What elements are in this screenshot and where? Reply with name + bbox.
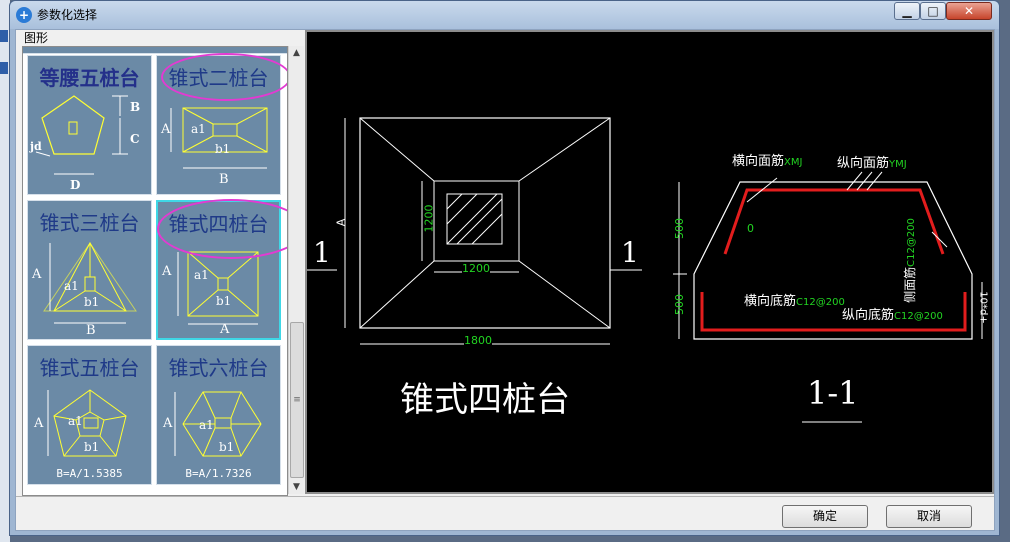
gallery-scrollbar[interactable]: ▲ ≡ ▼: [288, 46, 304, 494]
desktop-icon: [0, 30, 8, 42]
group-label: 图形: [24, 31, 49, 45]
dialog-client-area: 图形 等腰五桩台 B C D jd 锥式二桩台 A a1 b1 B 锥式三桩台 …: [15, 29, 995, 531]
label-longitudinal-bottom-rebar: 纵向底筋C12@200: [842, 308, 943, 323]
dim-label-b1: b1: [216, 294, 232, 308]
tile-label: 锥式六桩台: [168, 356, 269, 380]
scroll-thumb[interactable]: ≡: [290, 322, 304, 478]
preview-drawing: [307, 117, 983, 423]
footer-divider: [16, 496, 994, 497]
dim-1800: 1800: [464, 334, 492, 347]
tile-cone-five-pile[interactable]: 锥式五桩台 A a1 b1 B=A/1.5385: [27, 345, 152, 485]
dim-label-b1: b1: [84, 440, 100, 454]
dim-label-b1: b1: [84, 295, 100, 309]
section-cut-mark-left: 1: [313, 236, 331, 269]
dim-label-b: B: [219, 172, 229, 187]
dim-label-a: A: [163, 416, 173, 431]
dim-label-a1: a1: [194, 268, 209, 282]
dialog-window: + 参数化选择 ▁ □ ✕ 图形 等腰五桩台 B C D jd 锥式二桩台 A …: [9, 0, 1000, 536]
dim-label-a: A: [161, 122, 171, 137]
dim-a: A: [334, 218, 348, 227]
highlight-circle-annotation: [161, 53, 287, 101]
scroll-down-arrow-icon[interactable]: ▼: [289, 480, 304, 494]
dim-label-d: D: [70, 178, 81, 192]
label-longitudinal-top-rebar: 纵向面筋YMJ: [837, 156, 907, 171]
dim-label-a: A: [162, 264, 172, 279]
maximize-button[interactable]: □: [920, 2, 946, 20]
dim-right-anchor: 10*d+: [977, 291, 989, 324]
cancel-button[interactable]: 取消: [886, 505, 972, 528]
dim-label-a1: a1: [68, 414, 83, 428]
dim-label-a1: a1: [199, 418, 214, 432]
plan-caption: 锥式四桩台: [400, 380, 570, 420]
formula-text: B=A/1.7326: [185, 467, 252, 480]
close-button[interactable]: ✕: [946, 2, 992, 20]
section-cut-mark-right: 1: [621, 236, 639, 269]
dim-label-b: B: [86, 323, 96, 338]
dim-slope: 0: [747, 222, 754, 235]
section-caption: 1-1: [807, 374, 859, 412]
tile-cone-six-pile[interactable]: 锥式六桩台 A a1 b1 B=A/1.7326: [156, 345, 281, 485]
minimize-button[interactable]: ▁: [894, 2, 920, 20]
dim-500-top: 500: [673, 218, 686, 239]
label-transverse-bottom-rebar: 横向底筋C12@200: [744, 294, 845, 309]
tile-label: 锥式三桩台: [39, 211, 140, 235]
tile-label: 等腰五桩台: [39, 66, 140, 90]
dim-label-a: A: [34, 416, 44, 431]
dim-label-a: A: [32, 267, 42, 282]
tile-isosceles-five-pile[interactable]: 等腰五桩台 B C D jd: [27, 55, 152, 195]
label-transverse-top-rebar: 横向面筋XMJ: [732, 154, 803, 169]
dim-label-b1: b1: [215, 142, 231, 156]
app-icon: +: [16, 7, 32, 23]
tile-cone-three-pile[interactable]: 锥式三桩台 A a1 b1 B: [27, 200, 152, 340]
gallery-scrolled-strip: [23, 47, 287, 54]
desktop-icon: [0, 62, 8, 74]
dim-label-a1: a1: [64, 279, 79, 293]
dim-label-a-bottom: A: [220, 322, 230, 337]
dim-label-jd: jd: [30, 140, 42, 153]
shape-gallery: 等腰五桩台 B C D jd 锥式二桩台 A a1 b1 B 锥式三桩台 A a…: [22, 46, 288, 496]
dim-label-c: C: [130, 132, 140, 146]
dim-500-bottom: 500: [673, 294, 686, 315]
dim-1200-vertical: 1200: [422, 204, 436, 233]
title-bar: + 参数化选择 ▁ □ ✕: [10, 1, 999, 29]
window-title: 参数化选择: [37, 8, 98, 22]
dim-label-b: B: [130, 100, 141, 114]
tile-label: 锥式五桩台: [39, 356, 140, 380]
ok-button[interactable]: 确定: [782, 505, 868, 528]
dim-label-a1: a1: [191, 122, 206, 136]
scroll-up-arrow-icon[interactable]: ▲: [289, 46, 304, 60]
label-side-rebar: 侧面筋C12@200: [902, 218, 917, 303]
formula-text: B=A/1.5385: [56, 467, 123, 480]
preview-canvas: 1200 1200 1800 A 1 1 锥式四桩台 横向面筋XMJ 纵向面筋Y…: [305, 30, 994, 494]
dim-label-b1: b1: [219, 440, 235, 454]
dim-1200-horizontal: 1200: [462, 262, 490, 275]
